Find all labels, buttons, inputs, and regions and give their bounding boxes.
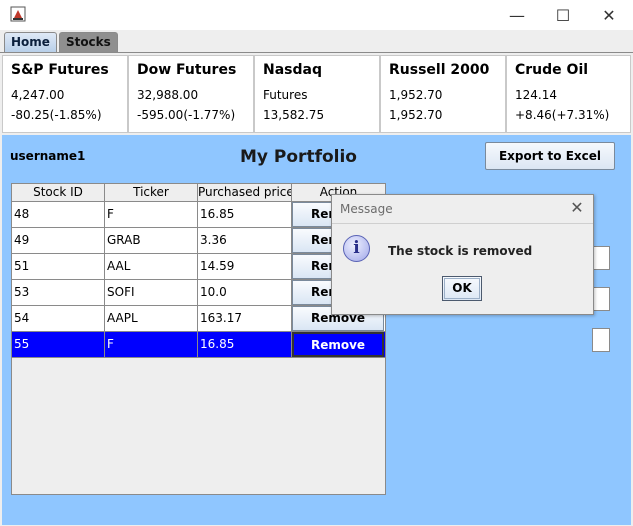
table-row[interactable]: 51AAL14.59Remove xyxy=(12,254,385,280)
input-field[interactable] xyxy=(592,246,610,270)
ticker-name: Dow Futures xyxy=(137,62,237,78)
input-field[interactable] xyxy=(592,287,610,311)
tab-home[interactable]: Home xyxy=(4,32,57,52)
table-row[interactable]: 49GRAB3.36Remove xyxy=(12,228,385,254)
ticker-name: S&P Futures xyxy=(11,62,109,78)
tab-stocks[interactable]: Stocks xyxy=(58,32,118,52)
column-header-stock-id[interactable]: Stock ID xyxy=(12,184,105,202)
dialog-close-icon[interactable]: ✕ xyxy=(567,198,587,218)
price-cell[interactable]: 16.85 xyxy=(198,202,292,227)
ticker-cell[interactable]: F xyxy=(105,332,198,357)
ticker-value: 1,952.70 xyxy=(389,88,443,102)
market-ticker-row: S&P Futures 4,247.00 -80.25(-1.85%) Dow … xyxy=(2,55,631,133)
stock-id-cell[interactable]: 51 xyxy=(12,254,105,279)
stock-id-cell[interactable]: 54 xyxy=(12,306,105,331)
ok-button[interactable]: OK xyxy=(442,276,482,301)
table-row[interactable]: 54 AAPL 163.17 Remove xyxy=(12,306,385,332)
ticker-cell[interactable]: AAPL xyxy=(105,306,198,331)
table-row[interactable]: 53SOFI10.0Remove xyxy=(12,280,385,306)
info-icon: i xyxy=(343,235,370,262)
price-cell[interactable]: 14.59 xyxy=(198,254,292,279)
price-cell[interactable]: 163.17 xyxy=(198,306,292,331)
table-row-selected[interactable]: 55 F 16.85 Remove xyxy=(12,332,385,358)
ticker-change: 13,582.75 xyxy=(263,108,325,122)
dialog-message: The stock is removed xyxy=(388,244,533,258)
java-app-icon xyxy=(10,6,26,22)
ticker-change: +8.46(+7.31%) xyxy=(515,108,610,122)
table-row[interactable]: 48F16.85Remove xyxy=(12,202,385,228)
page-title: My Portfolio xyxy=(240,147,357,167)
ticker-change: 1,952.70 xyxy=(389,108,443,122)
ticker-cell[interactable]: SOFI xyxy=(105,280,198,305)
price-cell[interactable]: 3.36 xyxy=(198,228,292,253)
column-header-ticker[interactable]: Ticker xyxy=(105,184,198,202)
ticker-nasdaq: Nasdaq Futures 13,582.75 xyxy=(254,55,380,133)
ticker-sp-futures: S&P Futures 4,247.00 -80.25(-1.85%) xyxy=(2,55,128,133)
ticker-name: Nasdaq xyxy=(263,62,322,78)
ticker-value: 4,247.00 xyxy=(11,88,65,102)
ticker-cell[interactable]: F xyxy=(105,202,198,227)
column-header-purchased-price[interactable]: Purchased price xyxy=(198,184,292,202)
price-cell[interactable]: 10.0 xyxy=(198,280,292,305)
dialog-title: Message xyxy=(340,202,393,216)
stock-id-cell[interactable]: 48 xyxy=(12,202,105,227)
title-bar: — ☐ ✕ xyxy=(0,0,633,30)
ticker-value: Futures xyxy=(263,88,308,102)
action-cell: Remove xyxy=(292,332,385,357)
ticker-cell[interactable]: GRAB xyxy=(105,228,198,253)
ticker-name: Crude Oil xyxy=(515,62,589,78)
ticker-change: -595.00(-1.77%) xyxy=(137,108,236,122)
close-window-button[interactable]: ✕ xyxy=(586,0,632,30)
ticker-cell[interactable]: AAL xyxy=(105,254,198,279)
ticker-value: 32,988.00 xyxy=(137,88,199,102)
stock-id-cell[interactable]: 49 xyxy=(12,228,105,253)
portfolio-table: Stock ID Ticker Purchased price Action 4… xyxy=(11,183,386,495)
table-body: 48F16.85Remove49GRAB3.36Remove51AAL14.59… xyxy=(12,202,385,358)
price-cell[interactable]: 16.85 xyxy=(198,332,292,357)
export-to-excel-button[interactable]: Export to Excel xyxy=(485,142,615,170)
stock-id-cell[interactable]: 53 xyxy=(12,280,105,305)
tab-bar: Home Stocks xyxy=(4,32,120,53)
ticker-name: Russell 2000 xyxy=(389,62,490,78)
username-label: username1 xyxy=(10,149,86,163)
stock-id-cell[interactable]: 55 xyxy=(12,332,105,357)
maximize-button[interactable]: ☐ xyxy=(540,0,586,30)
minimize-button[interactable]: — xyxy=(494,0,540,30)
ticker-russell-2000: Russell 2000 1,952.70 1,952.70 xyxy=(380,55,506,133)
table-header: Stock ID Ticker Purchased price Action xyxy=(12,184,385,202)
ticker-change: -80.25(-1.85%) xyxy=(11,108,102,122)
ticker-crude-oil: Crude Oil 124.14 +8.46(+7.31%) xyxy=(506,55,631,133)
dialog-divider xyxy=(332,223,593,224)
ticker-value: 124.14 xyxy=(515,88,557,102)
input-field[interactable] xyxy=(592,328,610,352)
ticker-dow-futures: Dow Futures 32,988.00 -595.00(-1.77%) xyxy=(128,55,254,133)
remove-button[interactable]: Remove xyxy=(292,332,384,357)
message-dialog: Message ✕ i The stock is removed OK xyxy=(331,194,594,315)
